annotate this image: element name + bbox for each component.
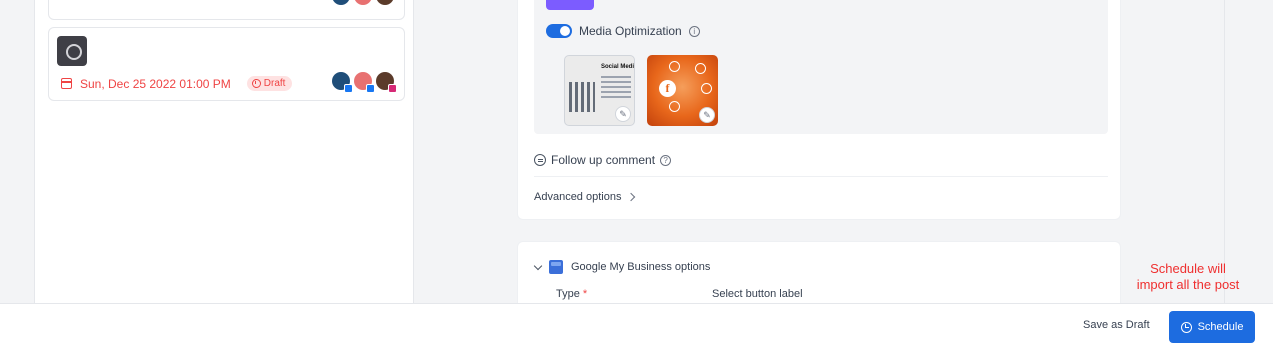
post-date-row: Sun, Dec 25 2022 01:00 PM Draft <box>61 76 293 91</box>
account-avatar <box>354 72 375 93</box>
media-optimization-row: Media Optimization i <box>546 24 700 38</box>
chevron-down-icon <box>533 261 543 270</box>
post-editor-card: Media Optimization i Social Medi ✎ f ✎ F… <box>517 0 1121 220</box>
info-icon[interactable]: i <box>688 25 700 37</box>
calendar-icon <box>61 78 72 89</box>
facebook-icon <box>344 84 353 93</box>
footer-bar: Save as Draft Schedule <box>0 303 1273 343</box>
social-bubble-icon <box>669 101 680 112</box>
media-image-title: Social Medi <box>601 64 635 70</box>
social-bubble-icon <box>701 83 712 94</box>
social-bubble-icon <box>695 63 706 74</box>
advanced-options-toggle[interactable]: Advanced options <box>534 191 636 203</box>
follow-up-comment-row[interactable]: Follow up comment ? <box>534 153 672 167</box>
schedule-label: Schedule <box>1197 321 1244 333</box>
post-card-partial[interactable] <box>48 0 405 20</box>
annotation-note: Schedule will import all the post <box>1136 261 1240 292</box>
button-label-field-label: Select button label <box>712 288 803 300</box>
account-avatar <box>332 0 350 5</box>
media-image-illustration <box>569 82 595 112</box>
help-icon[interactable]: ? <box>660 154 672 166</box>
media-image-1[interactable]: Social Medi ✎ <box>564 55 635 126</box>
account-avatar <box>354 0 372 5</box>
facebook-logo-icon: f <box>659 80 676 97</box>
post-thumbnail <box>57 36 87 66</box>
alert-icon <box>251 79 261 88</box>
media-section: Media Optimization i Social Medi ✎ f ✎ <box>534 0 1108 134</box>
post-date: Sun, Dec 25 2022 01:00 PM <box>80 76 231 91</box>
chevron-right-icon <box>627 192 636 202</box>
edit-pencil-icon[interactable]: ✎ <box>699 107 715 123</box>
post-list-column: Sun, Dec 25 2022 01:00 PM Draft <box>34 0 414 303</box>
media-image-text-lines <box>601 76 631 101</box>
comment-icon <box>534 154 546 166</box>
advanced-options-label: Advanced options <box>534 191 622 203</box>
status-badge: Draft <box>246 76 293 91</box>
facebook-icon <box>366 84 375 93</box>
follow-up-label: Follow up comment <box>551 153 656 167</box>
right-side-panel <box>1224 0 1273 303</box>
media-optimization-label: Media Optimization <box>579 24 682 38</box>
gmb-title: Google My Business options <box>571 261 711 273</box>
post-card[interactable]: Sun, Dec 25 2022 01:00 PM Draft <box>48 27 405 101</box>
social-accounts <box>332 72 397 93</box>
edit-pencil-icon[interactable]: ✎ <box>615 106 631 122</box>
gmb-header[interactable]: Google My Business options <box>533 260 711 274</box>
media-optimization-toggle[interactable] <box>546 24 572 38</box>
required-mark: * <box>582 288 588 300</box>
type-label: Type <box>556 288 580 300</box>
social-accounts <box>332 0 394 11</box>
status-label: Draft <box>263 78 286 89</box>
save-as-draft-button[interactable]: Save as Draft <box>1083 315 1150 335</box>
schedule-button[interactable]: Schedule <box>1169 311 1255 343</box>
google-my-business-card: Google My Business options Type * Select… <box>517 241 1121 303</box>
social-bubble-icon <box>669 61 680 72</box>
account-avatar <box>332 72 353 93</box>
media-image-2[interactable]: f ✎ <box>647 55 718 126</box>
media-action-button[interactable] <box>546 0 594 10</box>
type-field-label: Type * <box>556 288 587 300</box>
instagram-icon <box>388 84 397 93</box>
account-avatar <box>376 72 397 93</box>
divider <box>534 176 1108 177</box>
account-avatar <box>376 0 394 5</box>
google-my-business-icon <box>549 260 563 274</box>
clock-icon <box>1180 321 1192 333</box>
